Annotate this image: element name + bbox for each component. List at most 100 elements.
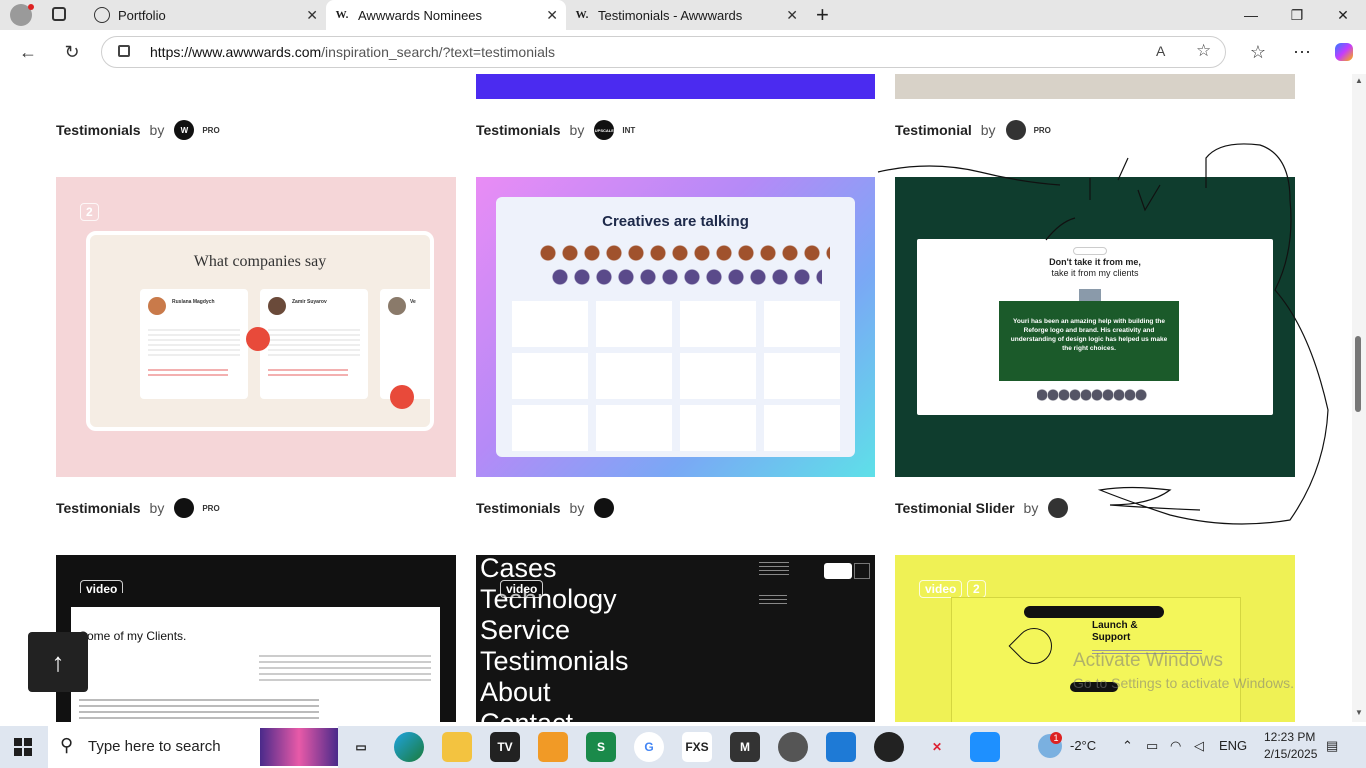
red-app-icon[interactable]: ✕ xyxy=(922,732,952,762)
small-text-block xyxy=(759,562,789,576)
back-to-top-button[interactable]: ↑ xyxy=(28,632,88,692)
more-menu-icon[interactable]: ⋯ xyxy=(1288,38,1316,66)
author-avatar[interactable]: UPSCALE xyxy=(594,120,615,140)
language-indicator[interactable]: ENG xyxy=(1219,738,1247,753)
clock-date[interactable]: 2/15/2025 xyxy=(1264,747,1317,761)
chevron-up-icon[interactable]: ⌃ xyxy=(1122,738,1133,754)
video-card-yellow[interactable]: video 2 Launch & Support xyxy=(895,555,1295,722)
lock-icon[interactable] xyxy=(118,45,130,57)
review-reply-placeholder xyxy=(268,369,348,379)
s-app-icon[interactable]: S xyxy=(586,732,616,762)
chrome-icon[interactable]: G xyxy=(634,732,664,762)
int-badge: INT xyxy=(622,125,636,135)
refresh-icon[interactable]: ↻ xyxy=(58,38,86,66)
reviewer-avatar xyxy=(148,297,166,315)
battery-icon[interactable]: ▭ xyxy=(1146,738,1158,754)
new-tab-button[interactable]: + xyxy=(816,2,829,28)
avatar-row-1 xyxy=(540,245,830,261)
close-window-button[interactable]: ✕ xyxy=(1320,0,1366,30)
review-card: Zamir Suyarov xyxy=(260,289,368,399)
testimonial-grid xyxy=(512,301,840,451)
fxs-icon[interactable]: FXS xyxy=(682,732,712,762)
small-text-block xyxy=(759,595,787,607)
weather-temp[interactable]: -2°C xyxy=(1070,738,1096,753)
tradingview-icon[interactable]: TV xyxy=(490,732,520,762)
favorite-star-icon[interactable]: ☆ xyxy=(1196,41,1211,61)
read-aloud-icon[interactable]: A xyxy=(1156,43,1165,59)
video-card-clients[interactable]: video Some of my Clients. xyxy=(56,555,456,722)
address-bar[interactable]: https://www.awwwards.com/inspiration_sea… xyxy=(101,36,1226,68)
tab-testimonials-awwwards[interactable]: W. Testimonials - Awwwards ✕ xyxy=(566,0,806,30)
file-explorer-icon[interactable] xyxy=(442,732,472,762)
edge-browser-icon[interactable] xyxy=(394,732,424,762)
card-title[interactable]: Testimonials xyxy=(476,122,561,138)
vertical-scrollbar[interactable]: ▲ ▼ xyxy=(1352,74,1366,722)
review-card: Ruslana Magdych xyxy=(140,289,248,399)
avatar-row-2 xyxy=(552,269,822,285)
card-title[interactable]: Testimonials xyxy=(476,500,561,516)
row1-card-image-2[interactable] xyxy=(476,74,875,99)
slider-arrow-button xyxy=(246,327,270,351)
by-label: by xyxy=(569,500,585,516)
review-reply-placeholder xyxy=(148,369,228,379)
tab-portfolio[interactable]: Portfolio ✕ xyxy=(86,0,326,30)
testimonials-card-pink[interactable]: 2 What companies say Ruslana Magdych Zam… xyxy=(56,177,456,477)
github-icon[interactable] xyxy=(778,732,808,762)
rocket-illustration xyxy=(1008,620,1060,672)
pro-badge: PRO xyxy=(202,503,220,513)
sticker-badge xyxy=(390,385,414,409)
close-tab-icon[interactable]: ✕ xyxy=(306,7,318,24)
tab-title: Testimonials - Awwwards xyxy=(598,7,743,23)
close-icon xyxy=(854,563,870,579)
chatgpt-icon[interactable] xyxy=(874,732,904,762)
blue-app-icon[interactable] xyxy=(970,732,1000,762)
scroll-up-arrow-icon[interactable]: ▲ xyxy=(1355,76,1363,85)
close-tab-icon[interactable]: ✕ xyxy=(786,7,798,24)
menu-item: About xyxy=(480,677,551,707)
copilot-icon[interactable] xyxy=(1330,38,1358,66)
notification-center-icon[interactable]: ▤ xyxy=(1326,738,1338,754)
reviewer-avatar xyxy=(388,297,406,315)
arrow-up-icon: ↑ xyxy=(51,646,65,677)
maximize-button[interactable]: ❐ xyxy=(1274,0,1320,30)
task-view-icon[interactable]: ▭ xyxy=(346,732,376,762)
video-card-menu[interactable]: Cases Technology Service Testimonials Ab… xyxy=(476,555,875,722)
preview-heading: Some of my Clients. xyxy=(79,629,187,643)
tab-title: Portfolio xyxy=(118,7,166,23)
scrollbar-thumb[interactable] xyxy=(1355,336,1361,412)
close-tab-icon[interactable]: ✕ xyxy=(546,7,558,24)
by-label: by xyxy=(569,122,585,138)
row1-card-image-3[interactable] xyxy=(895,74,1295,99)
taskbar-search-box[interactable]: ⚲ Type here to search xyxy=(48,726,338,768)
clock-time[interactable]: 12:23 PM xyxy=(1264,730,1315,744)
card-title[interactable]: Testimonials xyxy=(56,122,141,138)
vscode-icon[interactable] xyxy=(826,732,856,762)
author-avatar[interactable] xyxy=(594,498,615,518)
favorites-icon[interactable]: ☆ xyxy=(1244,38,1272,66)
preview-paragraph xyxy=(259,655,431,683)
image-count-badge: 2 xyxy=(80,203,99,221)
weather-badge: 1 xyxy=(1050,732,1062,744)
author-avatar[interactable]: W xyxy=(174,120,195,140)
volume-icon[interactable]: ◁ xyxy=(1194,738,1204,754)
scroll-down-arrow-icon[interactable]: ▼ xyxy=(1355,708,1363,717)
wifi-icon[interactable]: ◠ xyxy=(1170,738,1181,754)
scribble-stroke xyxy=(877,143,1329,525)
minimize-button[interactable]: — xyxy=(1228,0,1274,30)
windows-start-icon[interactable] xyxy=(14,738,32,756)
url-text[interactable]: https://www.awwwards.com/inspiration_sea… xyxy=(150,44,555,60)
testimonials-card-gradient[interactable]: Creatives are talking xyxy=(476,177,875,477)
card-title[interactable]: Testimonials xyxy=(56,500,141,516)
author-avatar[interactable] xyxy=(174,498,195,518)
back-arrow-icon[interactable]: ← xyxy=(14,38,42,66)
row1-card-image-1[interactable] xyxy=(56,74,456,99)
preview-navbar xyxy=(1024,606,1164,618)
search-placeholder: Type here to search xyxy=(88,738,221,755)
preview-panel: Some of my Clients. xyxy=(71,593,440,722)
chart-app-icon[interactable] xyxy=(538,732,568,762)
tab-actions-icon[interactable] xyxy=(52,7,66,21)
m-app-icon[interactable]: M xyxy=(730,732,760,762)
review-text-placeholder xyxy=(148,329,240,357)
card-caption: Testimonials by W PRO xyxy=(56,120,220,140)
tab-awwwards-nominees[interactable]: W. Awwwards Nominees ✕ xyxy=(326,0,566,30)
